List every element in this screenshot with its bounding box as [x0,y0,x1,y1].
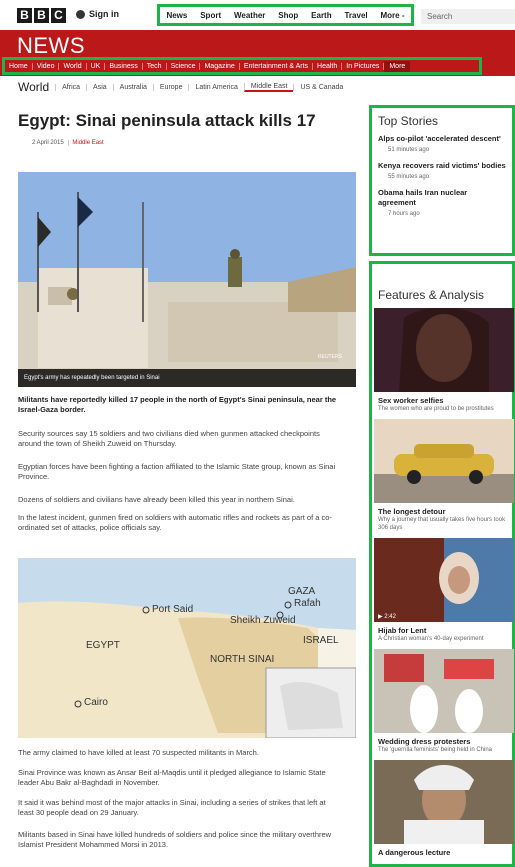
top-stories-title: Top Stories [378,114,439,128]
section-health[interactable]: Health [313,62,343,70]
feature-link[interactable]: The longest detour [378,507,506,516]
article-paragraph: Security sources say 15 soldiers and two… [18,429,320,448]
article-paragraph: It said it was behind most of the major … [18,798,326,817]
top-story-link[interactable]: Alps co-pilot 'accelerated descent' [378,134,506,144]
feature-thumbnail[interactable] [374,308,514,392]
map-label-israel: ISRAEL [303,635,339,646]
global-header: B B C Sign in News Sport Weather Shop Ea… [0,0,515,31]
feature-thumbnail[interactable] [374,419,514,503]
section-entertainment[interactable]: Entertainment & Arts [240,62,314,70]
top-story-time: 51 minutes ago [388,147,430,153]
map-label-north-sinai: NORTH SINAI [210,654,275,665]
features-title: Features & Analysis [378,288,485,302]
feature-link[interactable]: Wedding dress protesters [378,737,506,746]
feature-link[interactable]: Sex worker selfies [378,396,506,405]
section-nav: Home Video World UK Business Tech Scienc… [2,57,482,75]
article-dateline: 2 April 2015 Middle East [32,140,104,146]
section-science[interactable]: Science [167,62,201,70]
image-caption: Egypt's army has repeatedly been targete… [18,369,356,387]
article-paragraph: In the latest incident, gunmen fired on … [18,513,332,532]
image-credit: REUTERS [318,354,343,360]
article-headline: Egypt: Sinai peninsula attack kills 17 [18,111,316,130]
top-story-link[interactable]: Kenya recovers raid victims' bodies [378,161,506,171]
sub-nav-asia[interactable]: Asia [86,83,113,91]
article-hero-image: REUTERS Egypt's army has repeatedly been… [18,172,356,387]
features-panel: Features & Analysis Sex worker selfies T… [369,261,515,867]
feature-thumbnail[interactable] [374,760,514,844]
map-label-port-said: Port Said [152,604,194,615]
section-magazine[interactable]: Magazine [200,62,240,70]
sub-nav-current[interactable]: World [18,80,49,94]
section-in-pictures[interactable]: In Pictures [342,62,385,70]
map-graphic [18,558,356,738]
news-title[interactable]: NEWS [17,33,85,59]
nav-sport[interactable]: Sport [200,11,221,20]
top-stories-panel: Top Stories Alps co-pilot 'accelerated d… [369,105,515,256]
feature-subtitle: The 'guerrilla feminists' being held in … [378,747,493,753]
section-more[interactable]: More [384,60,411,72]
article-paragraph: Militants have reportedly killed 17 peop… [18,395,337,414]
map-label-gaza: GAZA [288,586,316,597]
article-section-link[interactable]: Middle East [68,140,104,146]
map-label-sheikh-zuweid: Sheikh Zuweid [230,615,296,626]
logo-letter: B [34,8,49,23]
sub-nav: World Africa Asia Australia Europe Latin… [18,80,349,94]
article-paragraph: Militants based in Sinai have killed hun… [18,830,332,849]
hero-photo: REUTERS [18,172,356,387]
user-icon [76,9,85,19]
section-video[interactable]: Video [33,62,60,70]
top-story-link[interactable]: Obama hails Iran nuclear agreement [378,188,506,208]
article-paragraph: Dozens of soldiers and civilians have al… [18,495,295,504]
article-paragraph: Sinai Province was known as Ansar Beit a… [18,768,326,787]
nav-earth[interactable]: Earth [311,11,331,20]
map-label-egypt: EGYPT [86,640,120,651]
section-home[interactable]: Home [5,62,33,70]
feature-link[interactable]: Hijab for Lent [378,626,506,635]
feature-subtitle: The women who are proud to be prostitute… [378,406,494,412]
sub-nav-australia[interactable]: Australia [112,83,153,91]
article-date: 2 April 2015 [32,140,64,146]
sub-nav-europe[interactable]: Europe [152,83,189,91]
sub-nav-latin-america[interactable]: Latin America [188,83,243,91]
map-label-cairo: Cairo [84,697,108,708]
section-tech[interactable]: Tech [143,62,167,70]
nav-news[interactable]: News [166,11,187,20]
video-duration: 2:42 [384,614,396,620]
nav-shop[interactable]: Shop [278,11,298,20]
global-nav: News Sport Weather Shop Earth Travel Mor… [157,4,414,26]
nav-weather[interactable]: Weather [234,11,265,20]
map-label-rafah: Rafah [294,598,321,609]
feature-subtitle: Why a journey that usually takes five ho… [378,517,506,531]
feature-thumbnail[interactable]: ▶ 2:42 [374,538,514,622]
logo-letter: C [51,8,66,23]
top-story-time: 7 hours ago [388,211,420,217]
bbc-logo[interactable]: B B C [17,8,66,23]
feature-link[interactable]: A dangerous lecture [378,848,506,857]
article-map: GAZA Rafah Port Said Sheikh Zuweid EGYPT… [18,558,356,738]
feature-subtitle: A Christian woman's 40-day experiment [378,636,484,642]
nav-more[interactable]: More - [381,11,405,20]
feature-thumbnail[interactable] [374,649,514,733]
sign-in-link[interactable]: Sign in [76,9,119,19]
section-business[interactable]: Business [105,62,143,70]
top-story-time: 55 minutes ago [388,174,430,180]
play-icon: ▶ 2:42 [378,614,396,620]
sub-nav-middle-east[interactable]: Middle East [243,82,294,92]
section-world[interactable]: World [59,62,87,70]
sub-nav-us-canada[interactable]: US & Canada [293,83,349,91]
section-uk[interactable]: UK [87,62,106,70]
article-paragraph: The army claimed to have killed at least… [18,748,259,757]
article-paragraph: Egyptian forces have been fighting a fac… [18,462,336,481]
sign-in-label: Sign in [89,9,119,19]
search-input[interactable]: Search [421,9,515,24]
sub-nav-africa[interactable]: Africa [55,83,86,91]
nav-travel[interactable]: Travel [344,11,367,20]
logo-letter: B [17,8,32,23]
